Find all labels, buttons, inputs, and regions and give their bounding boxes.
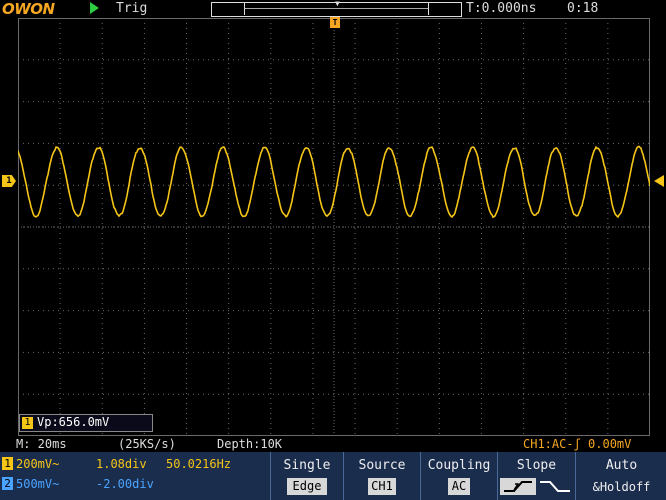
memory-view-window: ▼ xyxy=(244,0,429,15)
run-state-icon[interactable] xyxy=(90,2,99,14)
trigger-time-marker[interactable]: T xyxy=(330,17,340,28)
ch1-badge: 1 xyxy=(2,457,13,470)
horizontal-position: T:0.000ns xyxy=(466,1,537,16)
menu-source[interactable]: Source CH1 xyxy=(343,452,420,500)
ch1-position: 1.08div xyxy=(96,457,147,471)
ch1-volts-per-div: 200mV~ xyxy=(16,457,60,471)
measurement-channel-badge: 1 xyxy=(22,417,33,429)
trigger-position-marker-icon: ▼ xyxy=(335,0,340,8)
menu-single[interactable]: Single Edge xyxy=(270,452,343,500)
brand-logo: OWON xyxy=(2,0,55,18)
menu-source-value: CH1 xyxy=(368,478,396,495)
ch1-waveform-trace xyxy=(18,145,650,219)
ch1-frequency: 50.0216Hz xyxy=(166,457,232,471)
measurement-box: 1 Vp:656.0mV xyxy=(19,414,153,432)
memory-position-bar: ▼ xyxy=(211,0,462,17)
menu-holdoff-label: &Holdoff xyxy=(592,480,651,494)
menu-auto-holdoff[interactable]: Auto &Holdoff xyxy=(575,452,666,500)
menu-slope-label: Slope xyxy=(516,458,557,473)
menu-slope[interactable]: Slope xyxy=(497,452,575,500)
measurement-value: Vp:656.0mV xyxy=(37,415,110,429)
ch2-position: -2.00div xyxy=(96,477,154,491)
rising-slope-icon xyxy=(500,478,536,495)
sample-rate: (25KS/s) xyxy=(118,437,176,451)
top-status-bar: OWON Trig ▼ T:0.000ns 0:18 xyxy=(0,0,666,18)
menu-source-label: Source xyxy=(358,458,406,473)
timebase: M: 20ms xyxy=(16,437,67,451)
trigger-state: Trig xyxy=(116,1,148,16)
menu-coupling-value: AC xyxy=(448,478,470,495)
menu-auto-label: Auto xyxy=(605,458,638,473)
menu-coupling[interactable]: Coupling AC xyxy=(420,452,497,500)
acquisition-status-bar: M: 20ms (25KS/s) Depth:10K CH1:AC-ʃ 0.00… xyxy=(0,436,666,452)
falling-slope-icon xyxy=(538,478,574,495)
ch2-volts-per-div: 500mV~ xyxy=(16,477,60,491)
trigger-level-marker-icon[interactable] xyxy=(654,175,664,187)
ch2-badge: 2 xyxy=(2,477,13,490)
menu-single-value: Edge xyxy=(287,478,327,495)
memory-depth: Depth:10K xyxy=(217,437,283,451)
menu-single-label: Single xyxy=(283,458,331,473)
menu-coupling-label: Coupling xyxy=(427,458,491,473)
waveform-display[interactable] xyxy=(18,18,650,436)
ch1-ground-marker[interactable]: 1 xyxy=(2,175,16,187)
clock: 0:18 xyxy=(567,1,599,16)
graticule xyxy=(18,18,650,436)
trigger-info: CH1:AC-ʃ 0.00mV xyxy=(523,437,632,451)
